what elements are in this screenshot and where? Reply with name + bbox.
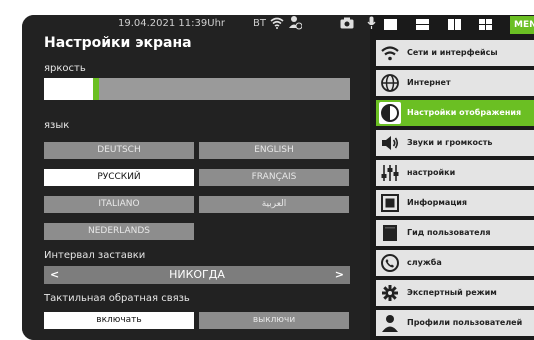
menu-item-label: настройки — [407, 168, 456, 177]
menu-item-label: Сети и интерфейсы — [407, 48, 498, 57]
screensaver-value: НИКОГДА — [169, 268, 225, 281]
menu-item-label: Профили пользователей — [407, 318, 523, 327]
language-label: язык — [44, 120, 70, 131]
language-option-arabic[interactable]: العربية — [199, 196, 349, 213]
brightness-label: яркость — [44, 63, 86, 74]
info-icon — [379, 192, 401, 214]
language-option-deutsch[interactable]: DEUTSCH — [44, 142, 194, 159]
speaker-icon — [379, 132, 401, 154]
single-view-icon[interactable] — [384, 19, 397, 30]
menu-item-1[interactable]: Интернет — [376, 70, 534, 96]
language-option-english[interactable]: ENGLISH — [199, 142, 349, 159]
brightness-handle[interactable] — [93, 78, 100, 100]
menu-item-0[interactable]: Сети и интерфейсы — [376, 40, 534, 66]
menu-item-label: Экспертный режим — [407, 288, 497, 297]
user-status-icon — [289, 16, 302, 30]
haptic-feedback-label: Тактильная обратная связь — [44, 293, 190, 304]
screensaver-label: Интервал заставки — [44, 250, 146, 261]
haptic-on-button[interactable]: включать — [44, 312, 194, 329]
menu-tab[interactable]: MEN — [510, 16, 534, 34]
chevron-right-icon[interactable]: > — [335, 266, 344, 284]
menu-item-6[interactable]: Гид пользователя — [376, 220, 534, 246]
wifi-icon — [379, 42, 401, 64]
view-mode-bar: MEN — [376, 15, 534, 36]
menu-item-4[interactable]: настройки — [376, 160, 534, 186]
contrast-icon — [379, 102, 401, 124]
phone-icon — [379, 252, 401, 274]
gear-icon — [379, 282, 401, 304]
screensaver-selector: < НИКОГДА > — [44, 266, 350, 284]
menu-item-3[interactable]: Звуки и громкость — [376, 130, 534, 156]
split-vertical-icon[interactable] — [448, 19, 461, 30]
display-settings-panel: 19.04.2021 11:39Uhr BT Настройки экрана … — [22, 15, 376, 340]
menu-item-label: служба — [407, 258, 442, 267]
language-option-italian[interactable]: ITALIANO — [44, 196, 194, 213]
datetime-text: 19.04.2021 11:39Uhr — [118, 18, 226, 29]
brightness-slider[interactable] — [44, 78, 350, 100]
wifi-status-icon — [270, 17, 284, 29]
menu-item-label: Гид пользователя — [407, 228, 491, 237]
user-icon — [379, 312, 401, 334]
book-icon — [379, 222, 401, 244]
menu-item-9[interactable]: Профили пользователей — [376, 310, 534, 336]
menu-item-label: Информация — [407, 198, 467, 207]
menu-panel: MEN Сети и интерфейсы Интернет Настройки о… — [376, 15, 534, 340]
microphone-icon[interactable] — [367, 16, 376, 30]
menu-item-2[interactable]: Настройки отображения — [376, 100, 534, 126]
page-title: Настройки экрана — [44, 35, 192, 51]
menu-item-label: Интернет — [407, 78, 451, 87]
brightness-fill — [44, 78, 97, 100]
split-horizontal-icon[interactable] — [416, 19, 429, 30]
menu-item-7[interactable]: служба — [376, 250, 534, 276]
language-option-french[interactable]: FRANÇAIS — [199, 169, 349, 186]
menu-item-8[interactable]: Экспертный режим — [376, 280, 534, 306]
menu-item-label: Звуки и громкость — [407, 138, 493, 147]
camera-icon[interactable] — [340, 17, 354, 29]
globe-icon — [379, 72, 401, 94]
bluetooth-label: BT — [253, 18, 266, 29]
language-option-russian[interactable]: РУССКИЙ — [44, 169, 194, 186]
menu-item-label: Настройки отображения — [407, 108, 522, 117]
haptic-off-button[interactable]: выключи — [199, 312, 349, 329]
grid-view-icon[interactable] — [479, 19, 492, 30]
language-option-dutch[interactable]: NEDERLANDS — [44, 223, 194, 240]
menu-item-5[interactable]: Информация — [376, 190, 534, 216]
device-frame: 19.04.2021 11:39Uhr BT Настройки экрана … — [22, 15, 534, 340]
sliders-icon — [379, 162, 401, 184]
